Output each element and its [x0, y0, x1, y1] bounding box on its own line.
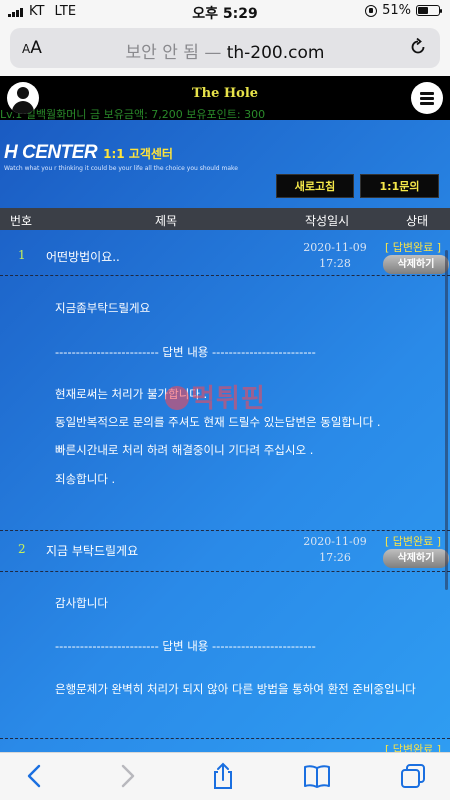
- status-badge: [ 답변완료 ]: [385, 241, 442, 254]
- answer-line: 죄송합니다 .: [55, 472, 116, 486]
- row-datetime: 2020-11-09 17:28: [300, 240, 370, 272]
- header-num: 번호: [10, 214, 33, 228]
- status-bar: KT LTE 오후 5:29 51%: [0, 0, 450, 24]
- support-center: H CENTER 1:1 고객센터 Watch what you r thinki…: [0, 120, 450, 752]
- table-header: 번호 제목 작성일시 상태: [0, 208, 450, 230]
- row-number: 2: [18, 542, 26, 556]
- row-date: 2020-11-09: [303, 241, 367, 254]
- back-icon[interactable]: [20, 761, 50, 791]
- forward-icon[interactable]: [112, 761, 142, 791]
- site-title[interactable]: The Hole: [0, 86, 450, 101]
- user-icon[interactable]: [7, 82, 39, 114]
- row-subject[interactable]: 어떤방법이요..: [46, 248, 120, 265]
- question-text: 지금좀부탁드릴게요: [55, 301, 151, 315]
- row-number: 1: [18, 248, 26, 262]
- reload-icon[interactable]: [408, 37, 428, 57]
- tabs-icon[interactable]: [398, 761, 428, 791]
- table-row[interactable]: 1 어떤방법이요.. 2020-11-09 17:28 [ 답변완료 ] 삭제하…: [0, 239, 450, 279]
- battery-percent: 51%: [382, 3, 411, 18]
- answer-line: 동일반복적으로 문의를 주셔도 현재 드릴수 있는답변은 동일합니다 .: [55, 415, 381, 429]
- header-status: 상태: [406, 214, 429, 228]
- url-dash: —: [204, 43, 222, 63]
- share-icon[interactable]: [208, 761, 238, 791]
- row-divider: [0, 275, 450, 276]
- row-subject[interactable]: 지금 부탁드릴게요: [46, 542, 138, 559]
- security-warning: 보안 안 됨: [125, 43, 199, 63]
- watermark: 먹튀핀: [165, 378, 266, 415]
- row-time: 17:26: [319, 551, 351, 564]
- hamburger-menu-icon[interactable]: [411, 82, 443, 114]
- header-subject: 제목: [155, 214, 178, 228]
- row-divider: [0, 571, 450, 572]
- status-badge: [ 답변완료 ]: [385, 535, 442, 548]
- question-text: 감사합니다: [55, 596, 108, 610]
- browser-toolbar: [0, 752, 450, 800]
- support-logo: H CENTER 1:1 고객센터 Watch what you r thinki…: [4, 142, 238, 172]
- row-datetime: 2020-11-09 17:26: [300, 534, 370, 566]
- domain: th-200.com: [226, 43, 325, 63]
- logo-korean: 1:1 고객센터: [103, 147, 173, 161]
- answer-divider: ------------------------- 답변 내용 --------…: [55, 639, 316, 653]
- bookmarks-icon[interactable]: [302, 761, 332, 791]
- answer-line: 은행문제가 완벽히 처리가 되지 않아 다른 방법을 통하여 환전 준비중입니다: [55, 682, 416, 696]
- row-divider: [0, 738, 450, 739]
- browser-header: AA 보안 안 됨 — th-200.com: [0, 24, 450, 76]
- battery-icon: [416, 5, 442, 16]
- header-date: 작성일시: [305, 214, 350, 228]
- row-date: 2020-11-09: [303, 535, 367, 548]
- scrollbar[interactable]: [445, 250, 448, 590]
- delete-button[interactable]: 삭제하기: [383, 255, 449, 274]
- new-inquiry-button[interactable]: 1:1문의: [360, 174, 439, 198]
- status-badge: [ 답변완료 ]: [385, 743, 442, 752]
- url-display[interactable]: 보안 안 됨 — th-200.com: [10, 38, 440, 63]
- watermark-logo-icon: [165, 386, 189, 410]
- watermark-text: 먹튀핀: [191, 384, 266, 414]
- address-bar[interactable]: AA 보안 안 됨 — th-200.com: [10, 28, 440, 68]
- row-time: 17:28: [319, 257, 351, 270]
- site-header: Lv.1 일백월화머니 금 보유금액: 7,200 보유포인트: 300 The…: [0, 76, 450, 120]
- refresh-button[interactable]: 새로고침: [276, 174, 354, 198]
- orientation-lock-icon: [365, 4, 378, 17]
- answer-divider: ------------------------- 답변 내용 --------…: [55, 345, 316, 359]
- logo-subtitle: Watch what you r thinking it could be yo…: [4, 165, 238, 172]
- logo-text: H CENTER: [4, 142, 98, 163]
- user-info-marquee: Lv.1 일백월화머니 금 보유금액: 7,200 보유포인트: 300: [0, 108, 266, 120]
- delete-button[interactable]: 삭제하기: [383, 549, 449, 568]
- row-divider: [0, 530, 450, 531]
- table-row[interactable]: 2 지금 부탁드릴게요 2020-11-09 17:26 [ 답변완료 ] 삭제…: [0, 533, 450, 573]
- answer-line: 빠른시간내로 처리 하려 해결중이니 기다려 주십시오 .: [55, 443, 314, 457]
